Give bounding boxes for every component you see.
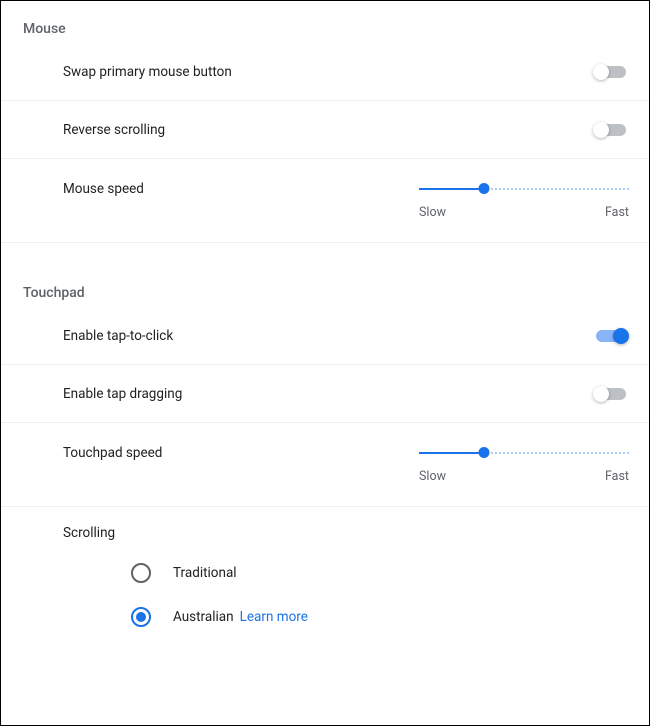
scrolling-australian-row: Australian Learn more	[1, 595, 649, 639]
mouse-speed-row: Mouse speed Slow Fast	[1, 159, 649, 243]
tap-dragging-label: Enable tap dragging	[63, 386, 593, 402]
scrolling-traditional-radio[interactable]	[131, 563, 151, 583]
touchpad-heading: Touchpad	[1, 243, 649, 307]
mouse-speed-label: Mouse speed	[63, 181, 419, 197]
learn-more-link[interactable]: Learn more	[240, 609, 308, 625]
tap-to-click-label: Enable tap-to-click	[63, 328, 593, 344]
tap-to-click-row: Enable tap-to-click	[1, 307, 649, 365]
touchpad-speed-slider[interactable]	[419, 445, 629, 461]
reverse-scrolling-toggle[interactable]	[593, 123, 629, 137]
scrolling-australian-radio[interactable]	[131, 607, 151, 627]
swap-primary-toggle[interactable]	[593, 65, 629, 79]
scrolling-australian-label: Australian	[173, 609, 234, 625]
scrolling-traditional-label: Traditional	[173, 565, 237, 581]
reverse-scrolling-row: Reverse scrolling	[1, 101, 649, 159]
reverse-scrolling-label: Reverse scrolling	[63, 122, 593, 138]
tap-to-click-toggle[interactable]	[593, 329, 629, 343]
mouse-heading: Mouse	[1, 1, 649, 43]
mouse-speed-slider[interactable]	[419, 181, 629, 197]
tap-dragging-row: Enable tap dragging	[1, 365, 649, 423]
scrolling-traditional-row: Traditional	[1, 551, 649, 595]
touchpad-speed-fast: Fast	[605, 469, 629, 484]
swap-primary-row: Swap primary mouse button	[1, 43, 649, 101]
swap-primary-label: Swap primary mouse button	[63, 64, 593, 80]
touchpad-speed-row: Touchpad speed Slow Fast	[1, 423, 649, 507]
touchpad-speed-label: Touchpad speed	[63, 445, 419, 461]
touchpad-speed-slow: Slow	[419, 469, 446, 484]
scrolling-subheading: Scrolling	[1, 507, 649, 551]
tap-dragging-toggle[interactable]	[593, 387, 629, 401]
mouse-speed-fast: Fast	[605, 205, 629, 220]
mouse-speed-slow: Slow	[419, 205, 446, 220]
